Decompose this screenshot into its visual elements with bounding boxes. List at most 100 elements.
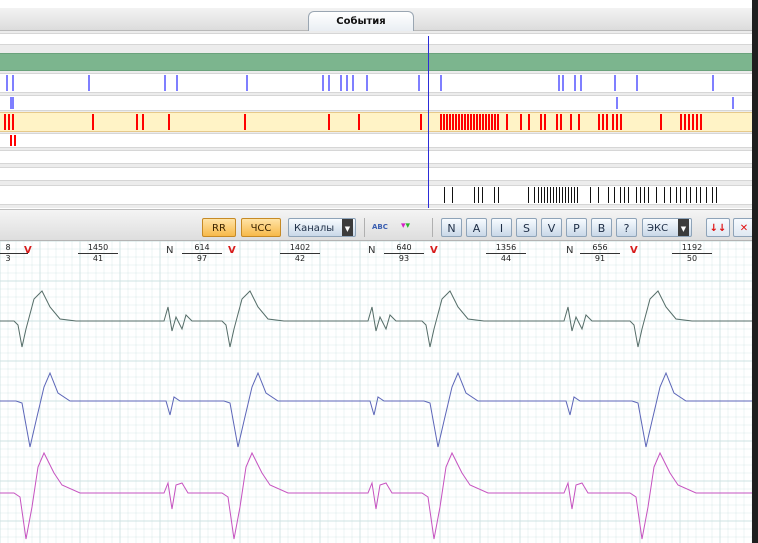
rr-interval-label: 640 93 [384,243,424,263]
ventricular-mark [8,114,10,130]
ventricular-mark [616,114,618,130]
event-mark [614,187,615,203]
events-panel: События [0,8,752,208]
rr-interval-ms: 656 [580,243,620,254]
ventricular-mark [452,114,454,130]
beat-v-button[interactable]: V [541,218,562,237]
event-mark [620,187,621,203]
rr-interval-ms: 1402 [280,243,320,254]
event-mark [648,187,649,203]
beat-label-v[interactable]: V [228,245,236,256]
event-mark [559,187,560,203]
ventricular-mark [358,114,360,130]
track-ventricular-events[interactable] [0,112,752,132]
event-tracks[interactable] [0,31,752,208]
beat-p-button[interactable]: P [566,218,587,237]
beat-label-n[interactable]: N [368,245,375,256]
channels-dropdown[interactable]: Каналы ▼ [288,218,356,237]
ventricular-mark [491,114,493,130]
ventricular-mark [556,114,558,130]
track-blue-events-2[interactable] [0,95,752,111]
event-mark [608,187,609,203]
track-blue-events-1[interactable] [0,73,752,93]
ventricular-mark [680,114,682,130]
beat-label-v[interactable]: V [630,245,638,256]
event-mark [418,75,420,91]
ventricular-mark [485,114,487,130]
ventricular-mark [4,114,6,130]
beat-label-v[interactable]: V [430,245,438,256]
pacemaker-dropdown[interactable]: ЭКС ▼ [642,218,692,237]
ventricular-mark [168,114,170,130]
red-arrows-icon[interactable]: ↓↓ [706,218,730,237]
color-markers-icon[interactable]: ▾▾ [401,221,410,231]
event-mark [700,187,701,203]
rr-button[interactable]: RR [202,218,236,237]
rr-interval-label: 1356 44 [486,243,526,263]
rr-interval-label: 1192 50 [672,243,712,263]
event-mark [636,187,637,203]
heart-rate-value: 3 [5,254,11,263]
tab-events[interactable]: События [308,11,414,31]
ventricular-mark [458,114,460,130]
ventricular-mark [446,114,448,130]
ventricular-mark [12,114,14,130]
beat-n-button[interactable]: N [441,218,462,237]
event-mark [664,187,665,203]
beat-label-n[interactable]: N [566,245,573,256]
ventricular-mark [540,114,542,130]
event-mark [670,187,671,203]
event-mark [706,187,707,203]
close-marks-icon[interactable]: ✕ [733,218,752,237]
beat-i-button[interactable]: I [491,218,512,237]
event-mark [494,187,495,203]
event-mark [440,75,442,91]
ventricular-mark [544,114,546,130]
ventricular-mark [612,114,614,130]
event-mark [176,75,178,91]
track-black-events[interactable] [0,185,752,205]
ventricular-mark [570,114,572,130]
event-mark [352,75,354,91]
window-edge [752,0,758,543]
rr-interval-label: 1450 41 [78,243,118,263]
event-mark [690,187,691,203]
ventricular-mark [420,114,422,130]
event-mark [716,187,717,203]
beat-a-button[interactable]: A [466,218,487,237]
event-mark [624,187,625,203]
track-green-sinus[interactable] [0,53,752,71]
beat-unknown-button[interactable]: ? [616,218,637,237]
time-cursor[interactable] [428,36,429,208]
ventricular-mark [328,114,330,130]
beat-label-n[interactable]: N [166,245,173,256]
track-blank-2 [0,150,752,164]
ventricular-mark [578,114,580,130]
event-mark [534,187,535,203]
event-mark [614,75,616,91]
beat-b-button[interactable]: B [591,218,612,237]
ventricular-mark [479,114,481,130]
event-mark [712,75,714,91]
beat-s-button[interactable]: S [516,218,537,237]
heart-rate-value: 42 [294,254,306,263]
event-mark [544,187,545,203]
ventricular-mark [473,114,475,130]
track-blank-1 [0,33,752,45]
event-mark [322,75,324,91]
track-red-events-2[interactable] [0,133,752,148]
ventricular-mark [461,114,463,130]
ventricular-mark [449,114,451,130]
event-mark [550,187,551,203]
ecg-strip[interactable]: V N V N V N V 8 3 1450 41 614 97 1402 42 640 93 1356 44 656… [0,241,752,543]
abc-label-toggle[interactable]: ABC [372,223,388,231]
event-mark [644,187,645,203]
event-mark [616,97,618,109]
track-blank-3 [0,167,752,181]
event-mark [562,75,564,91]
ventricular-mark [467,114,469,130]
heart-rate-value: 91 [594,254,606,263]
event-mark [328,75,330,91]
hr-button[interactable]: ЧСС [241,218,281,237]
holter-ecg-viewer: События RR ЧСС Каналы ▼ ABC ▾▾ N A I S V… [0,0,752,543]
